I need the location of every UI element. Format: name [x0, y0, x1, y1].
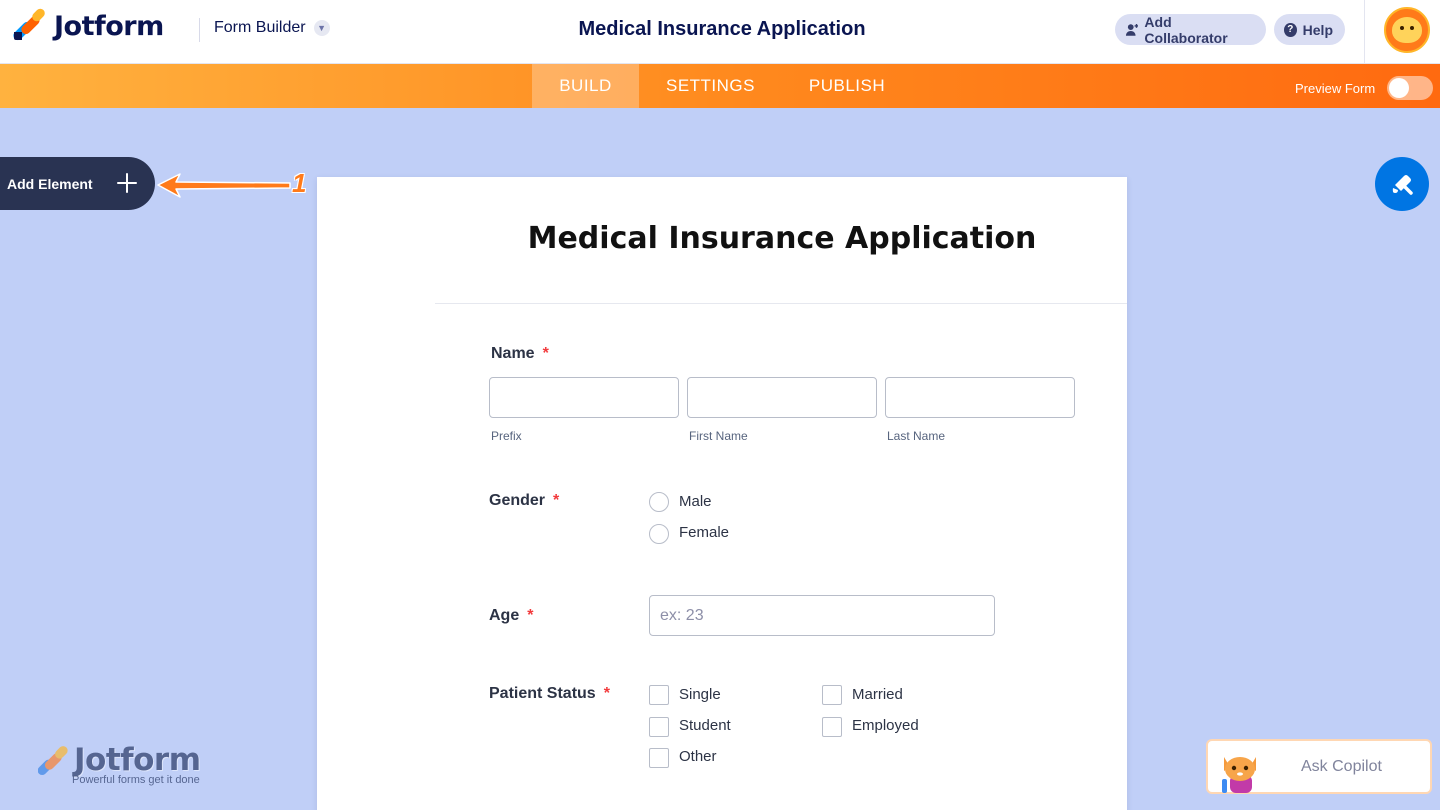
gender-male-radio[interactable]	[649, 492, 669, 512]
tab-publish[interactable]: PUBLISH	[782, 64, 912, 108]
annotation-number: 1	[292, 168, 307, 198]
status-student-label[interactable]: Student	[679, 717, 731, 734]
first-name-input[interactable]	[687, 377, 877, 418]
help-label: Help	[1302, 21, 1333, 38]
status-married-label[interactable]: Married	[852, 686, 903, 703]
add-element-button[interactable]: Add Element	[0, 157, 155, 210]
builder-nav: BUILD SETTINGS PUBLISH Preview Form	[0, 64, 1440, 108]
status-single-checkbox[interactable]	[649, 685, 669, 705]
required-asterisk: *	[553, 492, 560, 509]
required-asterisk: *	[603, 685, 610, 702]
plus-icon	[116, 172, 138, 194]
preview-form-label: Preview Form	[1295, 80, 1376, 96]
status-student-checkbox[interactable]	[649, 717, 669, 737]
question-icon: ?	[1284, 22, 1297, 37]
required-asterisk: *	[542, 345, 549, 362]
annotation-arrow	[157, 173, 291, 198]
gender-female-label[interactable]: Female	[679, 524, 729, 541]
tab-settings[interactable]: SETTINGS	[639, 64, 782, 108]
header-divider-right	[1364, 0, 1365, 64]
form-designer-button[interactable]	[1375, 157, 1429, 211]
status-employed-label[interactable]: Employed	[852, 717, 919, 734]
first-name-sublabel: First Name	[689, 429, 748, 443]
watermark-tagline: Powerful forms get it done	[72, 774, 200, 786]
status-other-label[interactable]: Other	[679, 748, 717, 765]
form-header-divider	[435, 303, 1127, 304]
name-field-label[interactable]: Name *	[491, 345, 549, 363]
watermark-brand: Jotform	[74, 742, 201, 778]
preview-form-toggle[interactable]	[1387, 76, 1434, 100]
form-card: Medical Insurance Application Name * Pref…	[317, 177, 1127, 810]
preview-form: Preview Form	[1295, 76, 1434, 100]
required-asterisk: *	[527, 607, 534, 624]
cat-avatar-icon	[1392, 17, 1422, 43]
status-other-checkbox[interactable]	[649, 748, 669, 768]
form-title[interactable]: Medical Insurance Application	[317, 221, 1247, 256]
gender-male-label[interactable]: Male	[679, 493, 712, 510]
gender-label-text: Gender	[489, 492, 546, 509]
status-married-checkbox[interactable]	[822, 685, 842, 705]
gender-field-label[interactable]: Gender *	[489, 492, 559, 510]
copilot-cat-icon	[1222, 757, 1256, 793]
ask-copilot-label: Ask Copilot	[1301, 758, 1382, 775]
last-name-sublabel: Last Name	[887, 429, 946, 443]
add-element-label: Add Element	[7, 175, 93, 192]
prefix-input[interactable]	[489, 377, 679, 418]
status-single-label[interactable]: Single	[679, 686, 721, 703]
patient-status-label-text: Patient Status	[489, 685, 596, 702]
paint-roller-icon	[1392, 175, 1413, 195]
jotform-logo-icon	[38, 746, 68, 776]
gender-female-radio[interactable]	[649, 524, 669, 544]
status-employed-checkbox[interactable]	[822, 717, 842, 737]
avatar[interactable]	[1384, 7, 1430, 53]
top-bar: Jotform Form Builder ▼ Medical Insurance…	[0, 0, 1440, 64]
name-label-text: Name	[491, 345, 535, 362]
patient-status-field-label[interactable]: Patient Status *	[489, 685, 610, 703]
age-label-text: Age	[489, 607, 520, 624]
prefix-sublabel: Prefix	[491, 429, 522, 443]
age-field-label[interactable]: Age *	[489, 607, 533, 625]
ask-copilot-button[interactable]: Ask Copilot	[1206, 739, 1432, 794]
add-collaborator-button[interactable]: Add Collaborator	[1115, 13, 1266, 46]
tab-build[interactable]: BUILD	[532, 64, 639, 108]
user-plus-icon	[1125, 23, 1139, 36]
age-placeholder: ex: 23	[660, 607, 704, 624]
help-button[interactable]: ? Help	[1274, 14, 1345, 45]
add-collaborator-label: Add Collaborator	[1144, 13, 1228, 46]
nav-tabs: BUILD SETTINGS PUBLISH	[532, 64, 912, 108]
last-name-input[interactable]	[885, 377, 1075, 418]
